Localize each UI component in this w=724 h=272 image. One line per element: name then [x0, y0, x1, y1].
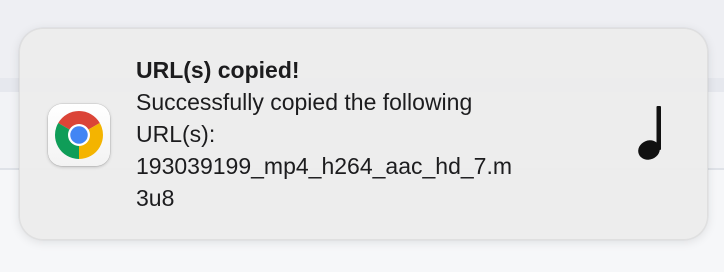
notification-body-line-2: URL(s): — [136, 121, 216, 147]
notification-body-line-4: 3u8 — [136, 185, 175, 211]
music-note-icon — [638, 106, 661, 160]
notification-body-line-1: Successfully copied the following — [136, 89, 473, 115]
notification-body-line-3: 193039199_mp4_h264_aac_hd_7.m — [136, 153, 512, 179]
chrome-logo-icon — [48, 104, 110, 166]
notification-title: URL(s) copied! — [136, 57, 300, 83]
notification-banner[interactable]: URL(s) copied! Successfully copied the f… — [19, 28, 708, 240]
notification-text: URL(s) copied! Successfully copied the f… — [136, 54, 596, 214]
